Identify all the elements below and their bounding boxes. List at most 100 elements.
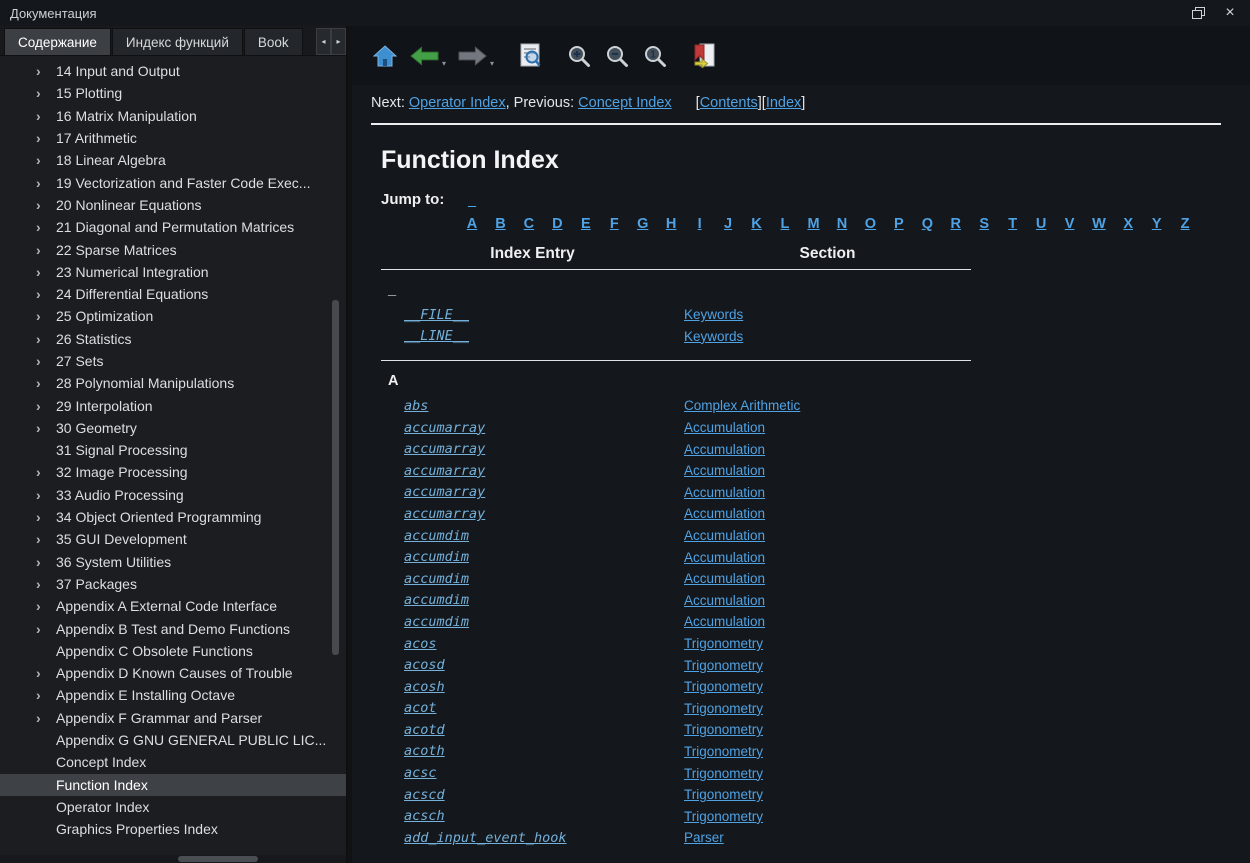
section-link[interactable]: Accumulation <box>684 442 765 457</box>
jump-letter-link[interactable]: R <box>950 215 962 234</box>
jump-letter-link[interactable]: D <box>551 215 563 234</box>
tree-item[interactable]: › Appendix E Installing Octave <box>0 684 346 706</box>
chevron-right-icon[interactable]: › <box>36 287 56 301</box>
jump-letter-link[interactable]: S <box>978 215 990 234</box>
tree-item[interactable]: › 32 Image Processing <box>0 461 346 483</box>
tree-item[interactable]: › 18 Linear Algebra <box>0 149 346 171</box>
section-link[interactable]: Keywords <box>684 329 743 344</box>
chevron-right-icon[interactable]: › <box>36 332 56 346</box>
section-link[interactable]: Accumulation <box>684 614 765 629</box>
function-link[interactable]: acscd <box>404 787 445 803</box>
function-link[interactable]: accumarray <box>404 441 485 457</box>
section-link[interactable]: Complex Arithmetic <box>684 398 800 413</box>
tab-scroll-left-button[interactable]: ◂ <box>316 28 331 55</box>
tree-item[interactable]: › 24 Differential Equations <box>0 283 346 305</box>
function-link[interactable]: acos <box>404 636 437 652</box>
function-link[interactable]: accumarray <box>404 506 485 522</box>
tree-item[interactable]: › 14 Input and Output <box>0 60 346 82</box>
tree-item[interactable]: › 19 Vectorization and Faster Code Exec.… <box>0 171 346 193</box>
tree-item[interactable]: Appendix G GNU GENERAL PUBLIC LIC... <box>0 729 346 751</box>
chevron-right-icon[interactable]: › <box>36 555 56 569</box>
chevron-right-icon[interactable]: › <box>36 220 56 234</box>
function-link[interactable]: acsc <box>404 765 437 781</box>
tree-item[interactable]: › 20 Nonlinear Equations <box>0 194 346 216</box>
horizontal-scrollbar-thumb[interactable] <box>178 856 258 862</box>
tab[interactable]: Содержание <box>4 28 111 55</box>
tree-item[interactable]: › 23 Numerical Integration <box>0 261 346 283</box>
next-link[interactable]: Operator Index <box>409 95 506 111</box>
tree-item[interactable]: › 36 System Utilities <box>0 551 346 573</box>
tree-item[interactable]: › 25 Optimization <box>0 305 346 327</box>
section-link[interactable]: Trigonometry <box>684 701 763 716</box>
section-link[interactable]: Accumulation <box>684 420 765 435</box>
tree-item[interactable]: Function Index <box>0 774 346 796</box>
section-link[interactable]: Trigonometry <box>684 766 763 781</box>
section-link[interactable]: Accumulation <box>684 550 765 565</box>
section-link[interactable]: Parser <box>684 830 724 845</box>
jump-letter-link[interactable]: G <box>637 215 649 234</box>
section-link[interactable]: Trigonometry <box>684 636 763 651</box>
chevron-right-icon[interactable]: › <box>36 421 56 435</box>
function-link[interactable]: acotd <box>404 722 445 738</box>
tree-item[interactable]: › 29 Interpolation <box>0 394 346 416</box>
jump-letter-link[interactable]: N <box>836 215 848 234</box>
chevron-right-icon[interactable]: › <box>36 577 56 591</box>
function-link[interactable]: acot <box>404 700 437 716</box>
section-link[interactable]: Accumulation <box>684 593 765 608</box>
jump-letter-link[interactable]: U <box>1035 215 1047 234</box>
tree-item[interactable]: › Appendix B Test and Demo Functions <box>0 617 346 639</box>
tree-item[interactable]: › 21 Diagonal and Permutation Matrices <box>0 216 346 238</box>
chevron-right-icon[interactable]: › <box>36 309 56 323</box>
section-link[interactable]: Accumulation <box>684 571 765 586</box>
tree-item[interactable]: › 28 Polynomial Manipulations <box>0 372 346 394</box>
back-button[interactable] <box>410 45 439 67</box>
function-link[interactable]: acosh <box>404 679 445 695</box>
function-link[interactable]: acoth <box>404 743 445 759</box>
tab[interactable]: Book <box>244 28 303 55</box>
function-link[interactable]: acsch <box>404 808 445 824</box>
jump-letter-link[interactable]: Z <box>1179 215 1191 234</box>
jump-letter-link[interactable]: T <box>1007 215 1019 234</box>
function-link[interactable]: accumarray <box>404 420 485 436</box>
chevron-right-icon[interactable]: › <box>36 376 56 390</box>
bookmark-button[interactable] <box>693 43 716 68</box>
function-link[interactable]: __FILE__ <box>404 307 469 323</box>
tree-vertical-scrollbar[interactable] <box>332 300 339 655</box>
chevron-right-icon[interactable]: › <box>36 711 56 725</box>
chevron-right-icon[interactable]: › <box>36 176 56 190</box>
tree-item[interactable]: › 26 Statistics <box>0 328 346 350</box>
section-link[interactable]: Trigonometry <box>684 658 763 673</box>
jump-letter-link[interactable]: _ <box>466 192 478 211</box>
chevron-right-icon[interactable]: › <box>36 86 56 100</box>
tree-item[interactable]: › Appendix A External Code Interface <box>0 595 346 617</box>
jump-letter-link[interactable]: Q <box>921 215 933 234</box>
section-link[interactable]: Accumulation <box>684 463 765 478</box>
function-link[interactable]: accumdim <box>404 592 469 608</box>
chevron-right-icon[interactable]: › <box>36 198 56 212</box>
jump-letter-link[interactable]: P <box>893 215 905 234</box>
chevron-right-icon[interactable]: › <box>36 488 56 502</box>
section-link[interactable]: Trigonometry <box>684 809 763 824</box>
chevron-right-icon[interactable]: › <box>36 599 56 613</box>
function-link[interactable]: accumdim <box>404 614 469 630</box>
jump-letter-link[interactable]: M <box>807 215 819 234</box>
zoom-original-button[interactable]: 1 <box>643 44 667 68</box>
jump-letter-link[interactable]: J <box>722 215 734 234</box>
chevron-right-icon[interactable]: › <box>36 153 56 167</box>
jump-letter-link[interactable]: K <box>751 215 763 234</box>
jump-letter-link[interactable]: Y <box>1151 215 1163 234</box>
chevron-right-icon[interactable]: › <box>36 354 56 368</box>
search-button[interactable] <box>520 43 541 68</box>
tab-scroll-right-button[interactable]: ▸ <box>331 28 346 55</box>
zoom-out-button[interactable] <box>605 44 629 68</box>
back-dropdown-icon[interactable]: ▾ <box>442 59 446 68</box>
function-link[interactable]: add_input_event_hook <box>404 830 567 846</box>
forward-dropdown-icon[interactable]: ▾ <box>490 59 494 68</box>
tree-item[interactable]: › 27 Sets <box>0 350 346 372</box>
chevron-right-icon[interactable]: › <box>36 243 56 257</box>
function-link[interactable]: abs <box>404 398 428 414</box>
chevron-right-icon[interactable]: › <box>36 688 56 702</box>
jump-letter-link[interactable]: X <box>1122 215 1134 234</box>
jump-letter-link[interactable]: C <box>523 215 535 234</box>
tree-item[interactable]: › 37 Packages <box>0 573 346 595</box>
